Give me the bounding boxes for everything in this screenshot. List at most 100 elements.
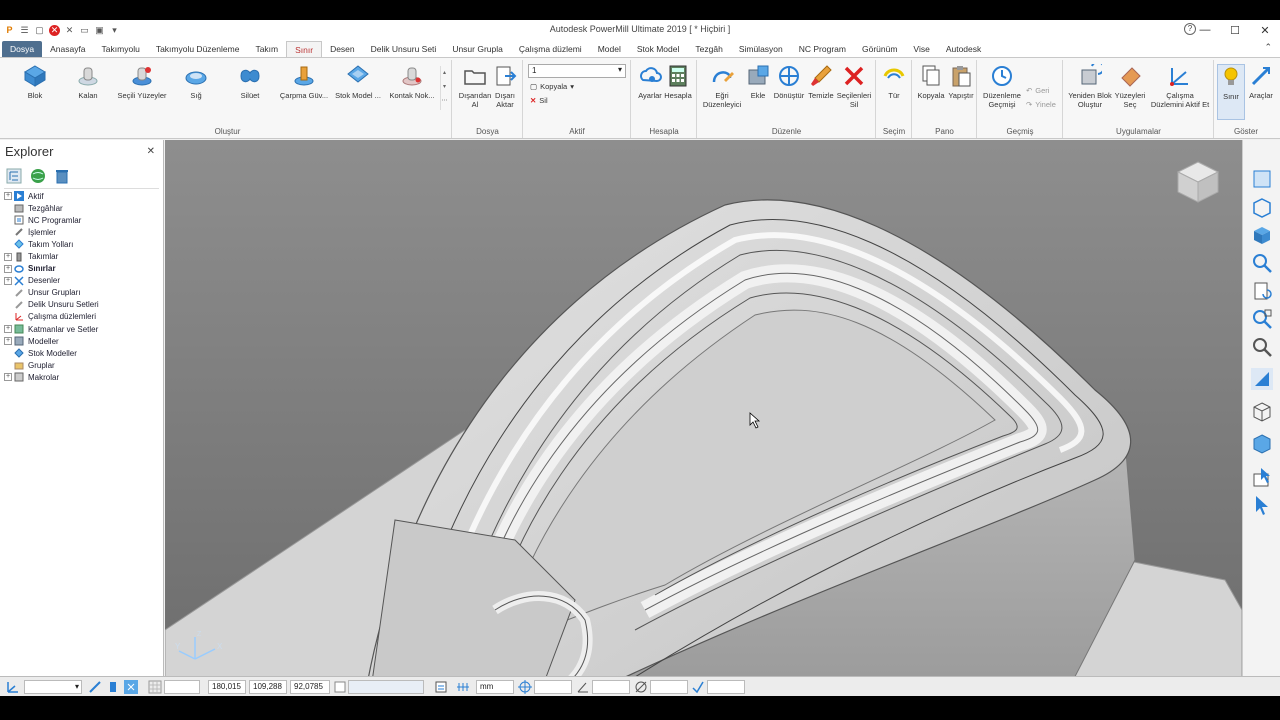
save-icon[interactable]: ▣ xyxy=(94,25,105,36)
tab-anasayfa[interactable]: Anasayfa xyxy=(42,41,93,57)
view-iso-icon[interactable] xyxy=(1251,196,1273,218)
workplane-status-icon[interactable] xyxy=(6,680,20,694)
open-folder-icon[interactable]: ▭ xyxy=(79,25,90,36)
tab-gorunum[interactable]: Görünüm xyxy=(854,41,905,57)
stok-model-button[interactable]: Stok Model ... xyxy=(335,64,381,100)
expand-icon[interactable]: + xyxy=(4,325,12,334)
tab-tezgah[interactable]: Tezgâh xyxy=(687,41,730,57)
pointer-icon[interactable] xyxy=(1251,494,1273,516)
tree-item-sinirlar[interactable]: + Sınırlar xyxy=(4,263,99,275)
tree-item-takimlar[interactable]: + Takımlar xyxy=(4,250,99,262)
tree-item-calisma-duzlemleri[interactable]: Çalışma düzlemleri xyxy=(4,311,99,323)
tree-item-katmanlar-ve-setler[interactable]: + Katmanlar ve Setler xyxy=(4,323,99,335)
sig-button[interactable]: Sığ xyxy=(174,64,218,100)
tab-stok-model[interactable]: Stok Model xyxy=(629,41,688,57)
viewcube[interactable] xyxy=(1174,158,1222,209)
coord-mode-icon[interactable] xyxy=(333,680,347,694)
yeniden-blok-olustur-button[interactable]: Yeniden Blok Oluştur xyxy=(1068,64,1112,109)
tab-simulasyon[interactable]: Simülasyon xyxy=(731,41,791,57)
sil-small-button[interactable]: ✕ Sil xyxy=(530,96,548,105)
globe-icon[interactable] xyxy=(30,168,46,184)
siluet-button[interactable]: Silüet xyxy=(228,64,272,100)
geri-button[interactable]: ↶ Geri xyxy=(1026,86,1049,95)
zoom-icon[interactable] xyxy=(1251,252,1273,274)
tree-item-takim-yollari[interactable]: Takım Yolları xyxy=(4,238,99,250)
close-icon[interactable]: ✕ xyxy=(147,146,155,157)
tree-view-icon[interactable] xyxy=(6,168,22,184)
customize-toolbar-icon[interactable]: ▾ xyxy=(109,25,120,36)
diameter-icon[interactable] xyxy=(634,680,648,694)
carpma-guvenligi-button[interactable]: Çarpma Güv... xyxy=(280,64,328,100)
expand-icon[interactable]: + xyxy=(4,252,12,261)
delete-icon[interactable]: ✕ xyxy=(64,25,75,36)
tree-item-desenler[interactable]: + Desenler xyxy=(4,275,99,287)
snap-icon[interactable] xyxy=(88,680,102,694)
refresh-icon[interactable] xyxy=(1251,280,1273,302)
tab-autodesk[interactable]: Autodesk xyxy=(938,41,989,57)
calisma-duzlemini-aktif-et-button[interactable]: Çalışma Düzlemini Aktif Et xyxy=(1151,64,1209,109)
tree-item-modeller[interactable]: + Modeller xyxy=(4,335,99,347)
tab-dosya[interactable]: Dosya xyxy=(2,41,43,57)
active-tool-icon[interactable] xyxy=(124,680,138,694)
units-field[interactable]: mm xyxy=(476,680,514,694)
tab-takimyolu[interactable]: Takımyolu xyxy=(94,41,148,57)
view-cube-icon[interactable] xyxy=(1251,224,1273,246)
kalan-button[interactable]: Kalan xyxy=(66,64,110,100)
workplane-select[interactable]: ▾ xyxy=(24,680,82,694)
tree-item-aktif[interactable]: + Aktif xyxy=(4,190,99,202)
solid-cube-icon[interactable] xyxy=(1251,432,1273,454)
crosshair-icon[interactable] xyxy=(518,680,532,694)
tree-item-gruplar[interactable]: Gruplar xyxy=(4,359,99,371)
tab-nc-program[interactable]: NC Program xyxy=(791,41,854,57)
gallery-scroll[interactable]: ▴ ▾ ⋯ xyxy=(440,66,448,110)
new-project-icon[interactable]: ▢ xyxy=(34,25,45,36)
blok-button[interactable]: Blok xyxy=(13,64,57,100)
coord-x-field[interactable]: 180,015 xyxy=(208,680,246,694)
tree-item-islemler[interactable]: İşlemler xyxy=(4,226,99,238)
kontak-noktasi-button[interactable]: Kontak Nok... xyxy=(389,64,435,100)
secilenleri-sil-button[interactable]: Seçilenleri Sil xyxy=(832,64,876,109)
tab-unsur-grupla[interactable]: Unsur Grupla xyxy=(444,41,511,57)
yapistir-button[interactable]: Yapıştır xyxy=(939,64,983,100)
tab-takimyolu-duzenleme[interactable]: Takımyolu Düzenleme xyxy=(148,41,248,57)
tab-takim[interactable]: Takım xyxy=(247,41,286,57)
zoom-box-icon[interactable] xyxy=(1251,308,1273,330)
tree-item-nc-programlar[interactable]: NC Programlar xyxy=(4,214,99,226)
settings-icon[interactable]: ☰ xyxy=(19,25,30,36)
tab-sinir[interactable]: Sınır xyxy=(286,41,323,57)
close-project-icon[interactable]: ✕ xyxy=(49,24,60,36)
yuzeyleri-sec-button[interactable]: Yüzeyleri Seç xyxy=(1108,64,1152,109)
ribbon-collapse-icon[interactable]: ⌃ xyxy=(1264,42,1272,53)
angle-icon[interactable] xyxy=(576,680,590,694)
status-field-b[interactable] xyxy=(592,680,630,694)
expand-icon[interactable]: + xyxy=(4,264,12,273)
close-button[interactable]: ✕ xyxy=(1250,20,1280,40)
tab-calisma-duzlemi[interactable]: Çalışma düzlemi xyxy=(511,41,590,57)
yinele-button[interactable]: ↷ Yinele xyxy=(1026,100,1056,109)
measure-icon[interactable] xyxy=(456,680,470,694)
app-logo-icon[interactable]: P xyxy=(4,25,15,36)
zoom-out-icon[interactable] xyxy=(1251,336,1273,358)
tab-delik-unsuru-seti[interactable]: Delik Unsuru Seti xyxy=(363,41,445,57)
minimize-button[interactable]: — xyxy=(1190,20,1220,40)
status-field-a[interactable] xyxy=(534,680,572,694)
check-icon[interactable] xyxy=(691,680,705,694)
tree-item-makrolar[interactable]: + Makrolar xyxy=(4,371,99,383)
tree-item-delik-unsuru-setleri[interactable]: Delik Unsuru Setleri xyxy=(4,299,99,311)
araclar-button[interactable]: Araçlar xyxy=(1245,64,1277,100)
tab-desen[interactable]: Desen xyxy=(322,41,363,57)
status-field-c[interactable] xyxy=(650,680,688,694)
grid-icon[interactable] xyxy=(148,680,162,694)
trash-icon[interactable] xyxy=(54,168,70,184)
tree-item-stok-modeller[interactable]: Stok Modeller xyxy=(4,347,99,359)
coord-z-field[interactable]: 92,0785 xyxy=(290,680,330,694)
expand-icon[interactable]: + xyxy=(4,373,12,382)
secili-yuzeyler-button[interactable]: Seçili Yüzeyler xyxy=(117,64,167,100)
status-field-d[interactable] xyxy=(707,680,745,694)
select-mode-icon[interactable] xyxy=(1251,466,1273,488)
tab-vise[interactable]: Vise xyxy=(905,41,937,57)
expand-icon[interactable]: + xyxy=(4,276,12,285)
tolerance-icon[interactable] xyxy=(434,680,448,694)
wireframe-icon[interactable] xyxy=(1251,400,1273,422)
tab-model[interactable]: Model xyxy=(590,41,629,57)
